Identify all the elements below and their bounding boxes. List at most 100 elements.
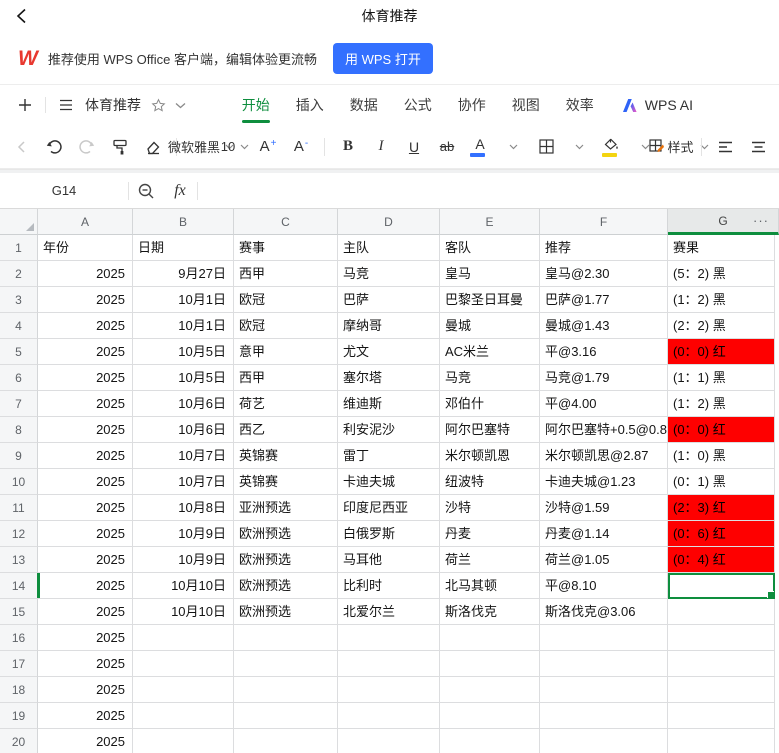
grid-cell[interactable]: 赛事 <box>234 235 338 261</box>
grid-cell[interactable]: 马竞 <box>338 261 440 287</box>
grid-cell[interactable]: 西乙 <box>234 417 338 443</box>
grid-cell[interactable]: 10月1日 <box>133 287 234 313</box>
row-header[interactable]: 7 <box>0 391 38 417</box>
strikethrough-button[interactable]: ab <box>434 132 460 162</box>
grid-cell[interactable] <box>133 651 234 677</box>
underline-button[interactable]: U <box>401 132 427 162</box>
grid-cell[interactable]: 10月9日 <box>133 547 234 573</box>
row-header[interactable]: 5 <box>0 339 38 365</box>
grid-cell[interactable]: 2025 <box>38 287 133 313</box>
grid-cell[interactable] <box>668 677 775 703</box>
grid-cell[interactable] <box>668 703 775 729</box>
grid-cell[interactable] <box>133 677 234 703</box>
grid-cell[interactable] <box>234 703 338 729</box>
row-header[interactable]: 17 <box>0 651 38 677</box>
grid-cell[interactable] <box>133 729 234 753</box>
grid-cell[interactable]: 10月8日 <box>133 495 234 521</box>
grid-cell[interactable]: 曼城@1.43 <box>540 313 668 339</box>
grid-cell[interactable]: 2025 <box>38 703 133 729</box>
grid-cell[interactable] <box>133 625 234 651</box>
insert-function-button[interactable]: fx <box>163 177 197 205</box>
grid-cell[interactable]: 赛果 <box>668 235 775 261</box>
grid-cell[interactable]: 荷艺 <box>234 391 338 417</box>
grid-cell[interactable] <box>234 651 338 677</box>
open-in-wps-button[interactable]: 用 WPS 打开 <box>333 43 433 74</box>
grid-cell[interactable]: 欧洲预选 <box>234 599 338 625</box>
more-columns-indicator[interactable]: ··· <box>753 209 769 233</box>
grid-cell[interactable]: (2：3) 红 <box>668 495 775 521</box>
grid-cell[interactable]: 巴萨@1.77 <box>540 287 668 313</box>
row-header[interactable]: 16 <box>0 625 38 651</box>
grid-cell[interactable]: 卡迪夫城 <box>338 469 440 495</box>
grid-cell[interactable]: 雷丁 <box>338 443 440 469</box>
grid-cell[interactable]: 2025 <box>38 677 133 703</box>
font-size-select[interactable]: 10 <box>222 132 248 162</box>
grid-cell[interactable] <box>440 677 540 703</box>
row-header[interactable]: 4 <box>0 313 38 339</box>
grid-cell[interactable] <box>540 625 668 651</box>
grid-cell[interactable] <box>234 625 338 651</box>
grid-cell[interactable]: 10月10日 <box>133 599 234 625</box>
grid-cell[interactable]: 10月1日 <box>133 313 234 339</box>
grid-cell[interactable]: 邓伯什 <box>440 391 540 417</box>
row-header[interactable]: 15 <box>0 599 38 625</box>
grid-cell[interactable]: 2025 <box>38 469 133 495</box>
grid-cell[interactable]: 2025 <box>38 599 133 625</box>
grid-cell[interactable] <box>234 677 338 703</box>
new-sheet-button[interactable] <box>14 94 36 116</box>
row-header[interactable]: 19 <box>0 703 38 729</box>
grid-cell[interactable]: 10月5日 <box>133 339 234 365</box>
row-header[interactable]: 13 <box>0 547 38 573</box>
grid-cell[interactable]: 巴黎圣日耳曼 <box>440 287 540 313</box>
row-header[interactable]: 2 <box>0 261 38 287</box>
row-header[interactable]: 20 <box>0 729 38 753</box>
grid-cell[interactable] <box>440 703 540 729</box>
grid-cell[interactable]: (0：1) 黑 <box>668 469 775 495</box>
grid-cell[interactable] <box>338 625 440 651</box>
grid-cell[interactable]: (5：2) 黑 <box>668 261 775 287</box>
grid-cell[interactable]: 2025 <box>38 547 133 573</box>
grid-cell[interactable] <box>540 651 668 677</box>
grid-cell[interactable]: 2025 <box>38 261 133 287</box>
ribbon-tab[interactable]: 数据 <box>350 85 378 125</box>
grid-cell[interactable]: 斯洛伐克@3.06 <box>540 599 668 625</box>
row-header[interactable]: 3 <box>0 287 38 313</box>
grid-cell[interactable]: 10月9日 <box>133 521 234 547</box>
font-name-select[interactable]: 微软雅黑 <box>187 132 215 162</box>
grid-cell[interactable]: 2025 <box>38 573 133 599</box>
menu-button[interactable] <box>55 94 77 116</box>
grid-cell[interactable]: 欧洲预选 <box>234 547 338 573</box>
grid-cell[interactable]: 塞尔塔 <box>338 365 440 391</box>
column-header[interactable]: A <box>38 209 133 235</box>
ribbon-tab[interactable]: 开始 <box>242 85 270 125</box>
selected-cell[interactable] <box>668 573 775 599</box>
grid-cell[interactable]: 米尔顿凯思@2.87 <box>540 443 668 469</box>
grid-cell[interactable]: 米尔顿凯恩 <box>440 443 540 469</box>
grid-cell[interactable]: 马竞 <box>440 365 540 391</box>
grid-cell[interactable]: (0：0) 红 <box>668 339 775 365</box>
grid-cell[interactable]: 英锦赛 <box>234 469 338 495</box>
grid-cell[interactable]: 2025 <box>38 521 133 547</box>
grid-cell[interactable]: 年份 <box>38 235 133 261</box>
ribbon-tab[interactable]: 公式 <box>404 85 432 125</box>
borders-button[interactable] <box>533 132 559 162</box>
grid-cell[interactable]: 西甲 <box>234 365 338 391</box>
align-center-button[interactable] <box>745 132 771 162</box>
grid-cell[interactable]: 9月27日 <box>133 261 234 287</box>
grid-cell[interactable]: 北马其顿 <box>440 573 540 599</box>
grid-cell[interactable]: 沙特@1.59 <box>540 495 668 521</box>
grid-cell[interactable] <box>668 625 775 651</box>
grid-cell[interactable] <box>668 651 775 677</box>
grid-cell[interactable] <box>668 729 775 753</box>
grid-cell[interactable]: 卡迪夫城@1.23 <box>540 469 668 495</box>
ribbon-tab[interactable]: 视图 <box>512 85 540 125</box>
grid-cell[interactable]: 2025 <box>38 651 133 677</box>
grid-cell[interactable]: 马耳他 <box>338 547 440 573</box>
grid-cell[interactable]: 2025 <box>38 391 133 417</box>
grid-cell[interactable]: (2：2) 黑 <box>668 313 775 339</box>
grid-cell[interactable] <box>668 599 775 625</box>
column-header[interactable]: E <box>440 209 540 235</box>
grid-cell[interactable]: 客队 <box>440 235 540 261</box>
grid-cell[interactable]: 欧洲预选 <box>234 521 338 547</box>
fill-color-button[interactable] <box>599 132 625 162</box>
